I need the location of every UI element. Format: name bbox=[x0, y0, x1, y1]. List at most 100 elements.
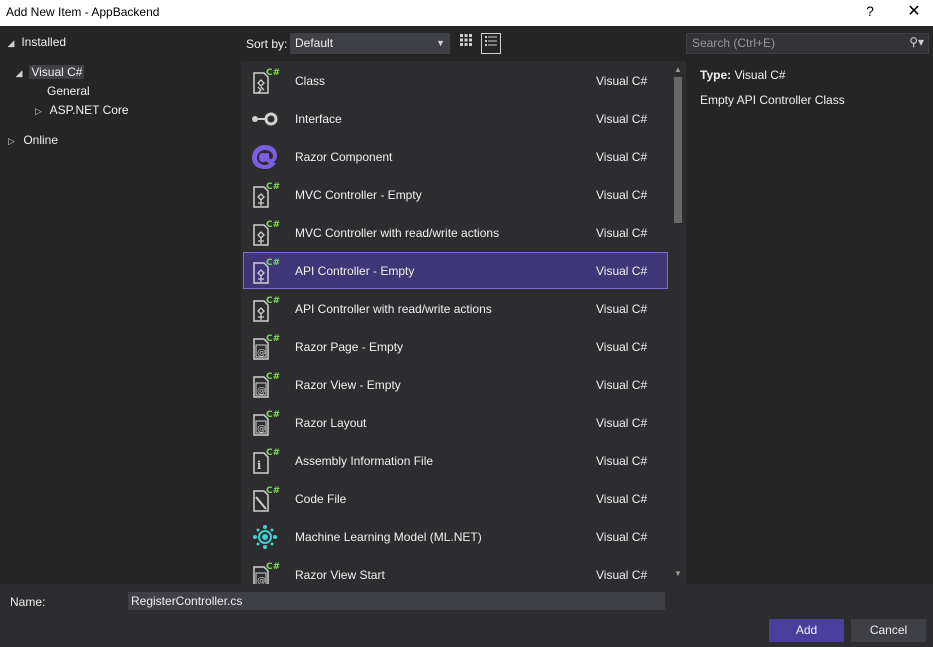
svg-text:C#: C# bbox=[266, 448, 280, 458]
item-name: Assembly Information File bbox=[295, 454, 434, 468]
item-name: API Controller with read/write actions bbox=[295, 302, 492, 316]
item-language: Visual C# bbox=[596, 226, 648, 240]
cancel-button[interactable]: Cancel bbox=[851, 619, 926, 642]
window-title: Add New Item - AppBackend bbox=[6, 5, 160, 19]
svg-text:C#: C# bbox=[266, 562, 280, 572]
svg-text:@: @ bbox=[257, 386, 266, 396]
svg-text:C#: C# bbox=[266, 182, 280, 192]
list-view-button[interactable] bbox=[481, 33, 501, 54]
svg-text:@: @ bbox=[257, 576, 266, 584]
search-icon[interactable]: ⚲▾ bbox=[909, 35, 924, 50]
template-list[interactable]: C# Class Visual C# Interface Visual C# Razor … bbox=[241, 61, 686, 584]
item-language: Visual C# bbox=[596, 530, 648, 544]
list-scrollbar[interactable]: ▲ ▼ bbox=[670, 61, 686, 584]
list-item[interactable]: C# API Controller - Empty Visual C# bbox=[243, 252, 668, 289]
grid-view-icon bbox=[460, 34, 472, 46]
name-input[interactable] bbox=[128, 592, 665, 610]
sort-label: Sort by: bbox=[246, 37, 288, 51]
item-name: API Controller - Empty bbox=[295, 264, 415, 278]
detail-pane: Type: Visual C# Empty API Controller Cla… bbox=[700, 68, 925, 107]
controller-icon: C# bbox=[250, 181, 280, 209]
sort-dropdown[interactable]: Default ▼ bbox=[290, 33, 450, 54]
search-input[interactable]: Search (Ctrl+E) ⚲▾ bbox=[686, 33, 929, 54]
svg-text:C#: C# bbox=[266, 410, 280, 420]
razor-page-icon: @ C# bbox=[250, 333, 280, 361]
svg-text:C#: C# bbox=[266, 220, 280, 230]
item-language: Visual C# bbox=[596, 378, 648, 392]
svg-text:C#: C# bbox=[266, 296, 280, 306]
scroll-down-icon[interactable]: ▼ bbox=[674, 569, 682, 578]
svg-text:C#: C# bbox=[266, 68, 280, 78]
item-name: Razor Page - Empty bbox=[295, 340, 404, 354]
razor-page-icon: @ C# bbox=[250, 409, 280, 437]
ml-model-icon bbox=[250, 523, 280, 551]
collapsed-arrow-icon[interactable]: ▷ bbox=[30, 101, 47, 121]
template-tree: ◢ Installed ◢ Visual C# General ▷ ASP.NE… bbox=[0, 28, 240, 583]
chevron-down-icon: ▼ bbox=[436, 38, 445, 48]
svg-text:i: i bbox=[257, 459, 261, 472]
medium-icons-view-button[interactable] bbox=[456, 33, 476, 54]
scrollbar-thumb[interactable] bbox=[674, 77, 682, 223]
list-item[interactable]: i C# Assembly Information File Visual C# bbox=[243, 442, 668, 479]
list-item[interactable]: C# Class Visual C# bbox=[243, 62, 668, 99]
item-language: Visual C# bbox=[596, 568, 648, 582]
list-item[interactable]: C# API Controller with read/write actions… bbox=[243, 290, 668, 327]
razor-page-icon: @ C# bbox=[250, 371, 280, 399]
list-item[interactable]: Machine Learning Model (ML.NET) Visual C# bbox=[243, 518, 668, 555]
expanded-arrow-icon[interactable]: ◢ bbox=[12, 63, 26, 83]
scroll-up-icon[interactable]: ▲ bbox=[674, 65, 682, 74]
item-name: MVC Controller - Empty bbox=[295, 188, 422, 202]
controller-icon: C# bbox=[250, 295, 280, 323]
type-label: Type: bbox=[700, 68, 732, 82]
item-name: Razor Layout bbox=[295, 416, 367, 430]
add-button[interactable]: Add bbox=[769, 619, 844, 642]
item-description: Empty API Controller Class bbox=[700, 93, 845, 107]
tree-node-installed[interactable]: ◢ Installed bbox=[4, 32, 67, 53]
item-language: Visual C# bbox=[596, 188, 648, 202]
controller-icon: C# bbox=[250, 219, 280, 247]
item-language: Visual C# bbox=[596, 454, 648, 468]
title-bar: Add New Item - AppBackend ? ✕ bbox=[0, 0, 933, 26]
class-icon: C# bbox=[250, 67, 280, 95]
list-item[interactable]: @ C# Razor Page - Empty Visual C# bbox=[243, 328, 668, 365]
item-name: Razor Component bbox=[295, 150, 393, 164]
item-name: Razor View - Empty bbox=[295, 378, 401, 392]
type-value: Visual C# bbox=[734, 68, 786, 82]
item-name: Code File bbox=[295, 492, 347, 506]
code-file-icon: C# bbox=[250, 485, 280, 513]
list-item[interactable]: @ C# Razor Layout Visual C# bbox=[243, 404, 668, 441]
interface-icon bbox=[250, 105, 280, 133]
razor-component-icon bbox=[250, 143, 280, 171]
info-file-icon: i C# bbox=[250, 447, 280, 475]
bottom-bar: Name: Add Cancel bbox=[0, 584, 933, 647]
item-language: Visual C# bbox=[596, 340, 648, 354]
tree-node-aspnet-core[interactable]: ▷ ASP.NET Core bbox=[30, 100, 129, 120]
tree-node-general[interactable]: General bbox=[47, 81, 90, 101]
list-item[interactable]: @ C# Razor View - Empty Visual C# bbox=[243, 366, 668, 403]
item-name: Interface bbox=[295, 112, 342, 126]
close-icon[interactable]: ✕ bbox=[902, 1, 926, 23]
list-item[interactable]: C# MVC Controller with read/write actions… bbox=[243, 214, 668, 251]
svg-text:C#: C# bbox=[266, 334, 280, 344]
list-item[interactable]: Razor Component Visual C# bbox=[243, 138, 668, 175]
help-button[interactable]: ? bbox=[862, 3, 878, 19]
item-name: Razor View Start bbox=[295, 568, 385, 582]
list-view-icon bbox=[485, 36, 497, 46]
item-name: MVC Controller with read/write actions bbox=[295, 226, 500, 240]
name-label: Name: bbox=[10, 595, 46, 609]
item-language: Visual C# bbox=[596, 112, 648, 126]
list-item[interactable]: C# MVC Controller - Empty Visual C# bbox=[243, 176, 668, 213]
item-name: Machine Learning Model (ML.NET) bbox=[295, 530, 482, 544]
tree-node-visual-csharp[interactable]: ◢ Visual C# bbox=[12, 62, 85, 83]
svg-text:@: @ bbox=[257, 424, 266, 434]
list-item[interactable]: C# Code File Visual C# bbox=[243, 480, 668, 517]
svg-text:C#: C# bbox=[266, 486, 280, 496]
list-item[interactable]: @ C# Razor View Start Visual C# bbox=[243, 556, 668, 584]
tree-node-online[interactable]: ▷ Online bbox=[3, 130, 58, 150]
item-language: Visual C# bbox=[596, 74, 648, 88]
collapsed-arrow-icon[interactable]: ▷ bbox=[3, 131, 20, 151]
list-item[interactable]: Interface Visual C# bbox=[243, 100, 668, 137]
controller-icon: C# bbox=[250, 257, 280, 285]
svg-text:C#: C# bbox=[266, 258, 280, 268]
expanded-arrow-icon[interactable]: ◢ bbox=[4, 33, 18, 53]
